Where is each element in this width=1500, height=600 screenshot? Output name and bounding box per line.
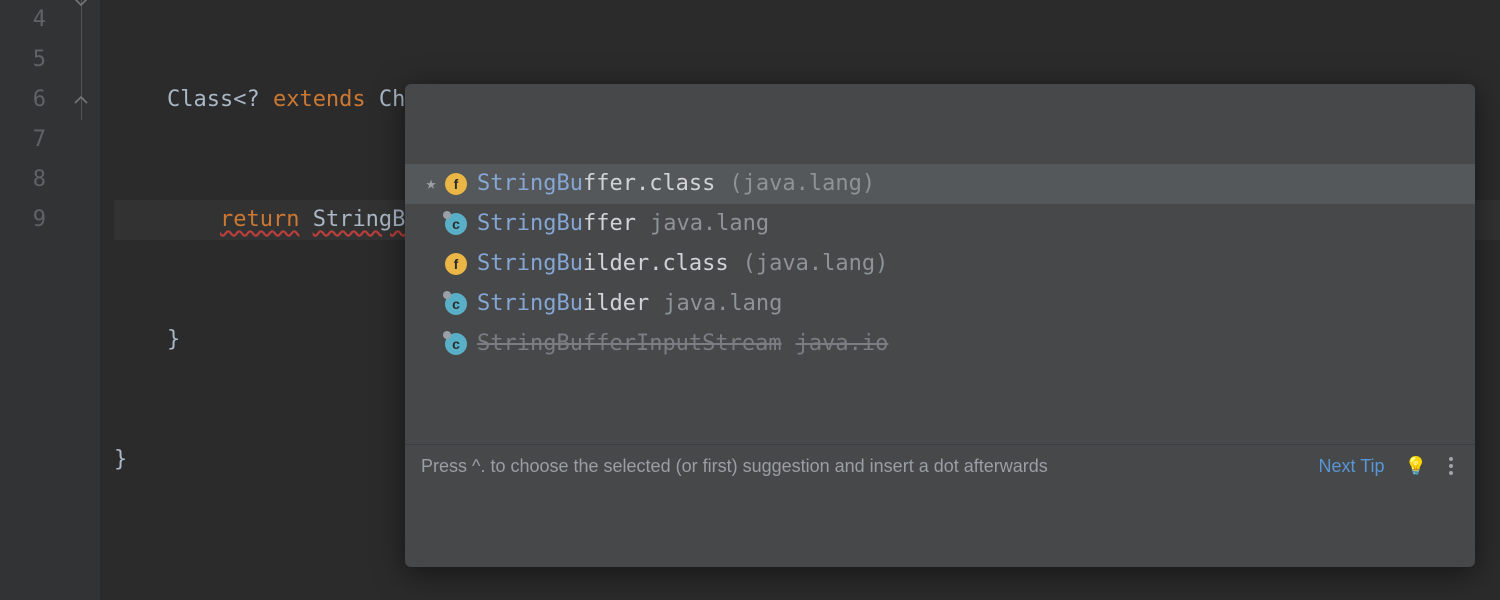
line-number: 9 (0, 200, 70, 240)
suggestion-text: StringBuilder (477, 284, 649, 324)
code-area[interactable]: Class<? extends CharSequence> getObjectC… (100, 0, 1500, 600)
fold-end-icon[interactable] (74, 94, 88, 108)
intention-bulb-icon[interactable]: 💡 (1405, 446, 1427, 486)
next-tip-link[interactable]: Next Tip (1319, 446, 1385, 486)
field-kind-icon: f (445, 173, 467, 195)
suggestion-package: (java.lang) (729, 164, 875, 204)
fold-start-icon[interactable] (74, 0, 88, 8)
line-number: 6 (0, 80, 70, 120)
suggestion-text: StringBufferInputStream (477, 324, 782, 364)
fold-column (70, 0, 100, 600)
suggestion-text: StringBuffer (477, 204, 636, 244)
footer-hint-text: Press ^. to choose the selected (or firs… (421, 446, 1305, 486)
line-number: 7 (0, 120, 70, 160)
suggestion-package: java.lang (663, 284, 782, 324)
line-number: 5 (0, 40, 70, 80)
class-kind-icon: c (445, 293, 467, 315)
relevance-star-icon: ★ (421, 164, 441, 204)
suggestion-text: StringBuilder.class (477, 244, 729, 284)
completion-footer: Press ^. to choose the selected (or firs… (405, 444, 1475, 487)
suggestion-text: StringBuffer.class (477, 164, 715, 204)
line-number: 4 (0, 0, 70, 40)
field-kind-icon: f (445, 253, 467, 275)
suggestion-package: (java.lang) (743, 244, 889, 284)
suggestion-item[interactable]: c StringBuilder java.lang (405, 284, 1475, 324)
line-number-gutter: 4 5 6 7 8 9 (0, 0, 70, 600)
more-options-icon[interactable] (1443, 457, 1459, 475)
suggestion-package: java.lang (650, 204, 769, 244)
suggestion-package: java.io (796, 324, 889, 364)
class-kind-icon: c (445, 213, 467, 235)
code-editor: 4 5 6 7 8 9 Class<? extends CharSequence… (0, 0, 1500, 600)
class-kind-icon: c (445, 333, 467, 355)
line-number: 8 (0, 160, 70, 200)
suggestion-item[interactable]: f StringBuilder.class (java.lang) (405, 244, 1475, 284)
suggestion-list: ★fStringBuffer.class(java.lang)cStringBu… (405, 164, 1475, 364)
suggestion-item[interactable]: ★f StringBuffer.class (java.lang) (405, 164, 1475, 204)
completion-popup: ★fStringBuffer.class(java.lang)cStringBu… (405, 84, 1475, 567)
suggestion-item[interactable]: c StringBuffer java.lang (405, 204, 1475, 244)
suggestion-item[interactable]: c StringBufferInputStream java.io (405, 324, 1475, 364)
